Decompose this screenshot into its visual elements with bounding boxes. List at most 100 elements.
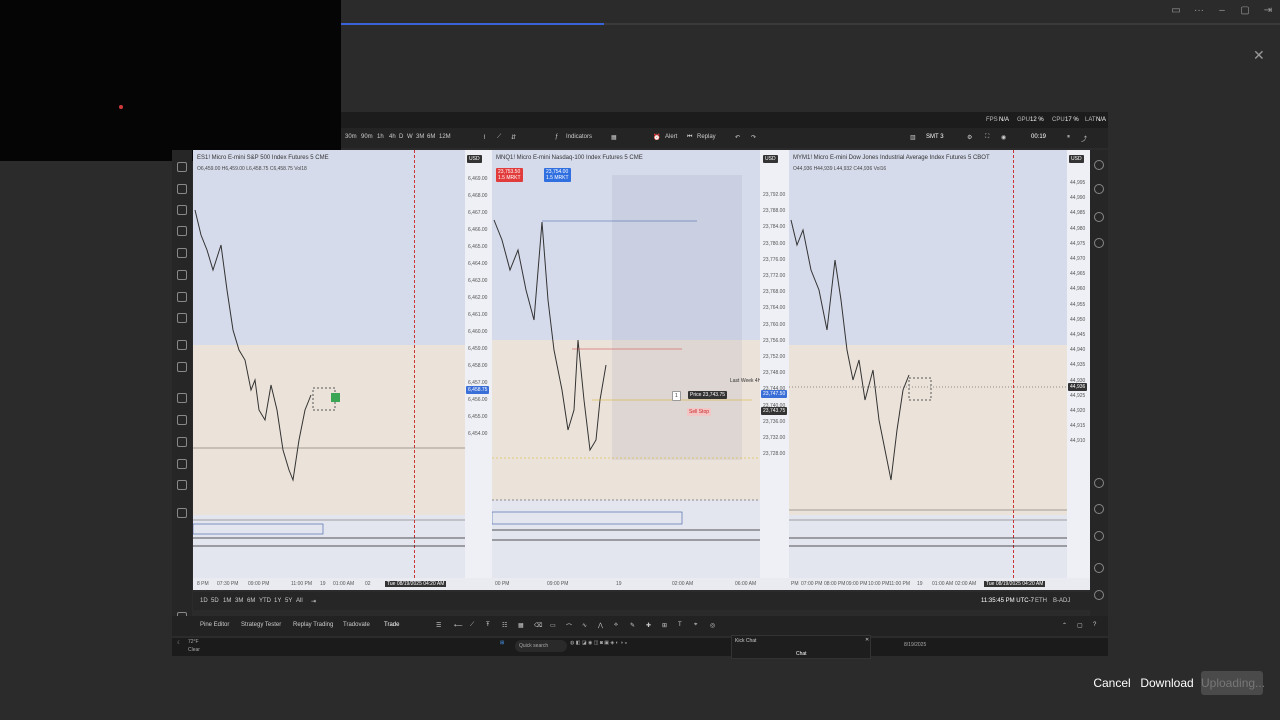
- redo-icon[interactable]: ↷: [751, 134, 756, 141]
- indicators-button[interactable]: Indicators: [566, 134, 592, 140]
- horizontal-line-icon[interactable]: ⟵: [454, 622, 463, 629]
- more-icon[interactable]: ···: [1193, 5, 1205, 17]
- layout-icon[interactable]: ▭: [1170, 5, 1182, 17]
- clock[interactable]: 11:35:45 PM UTC-7: [981, 598, 1034, 604]
- pause-icon[interactable]: ⏸: [1067, 134, 1070, 141]
- chart-pane-es[interactable]: ES1! Micro E-mini S&P 500 Index Futures …: [193, 150, 465, 578]
- timeframe-w[interactable]: W: [407, 134, 413, 140]
- currency-label[interactable]: USD: [763, 155, 778, 163]
- ideas-icon[interactable]: [1094, 478, 1104, 488]
- timeframe-3m[interactable]: 3M: [416, 134, 424, 140]
- kick-chat-close-icon[interactable]: ✕: [865, 637, 869, 643]
- text-label-icon[interactable]: T: [678, 622, 682, 628]
- timeframe-1h[interactable]: 1h: [377, 134, 384, 140]
- target-icon[interactable]: ◎: [710, 622, 715, 629]
- shape-icon[interactable]: [177, 270, 187, 280]
- hide-icon[interactable]: [177, 459, 187, 469]
- pen-icon[interactable]: ✎: [630, 622, 635, 629]
- emoji-icon[interactable]: [177, 313, 187, 323]
- range-6m[interactable]: 6M: [247, 598, 255, 604]
- chart-pane-mnq[interactable]: MNQ1! Micro E-mini Nasdaq-100 Index Futu…: [492, 150, 760, 578]
- publish-icon[interactable]: ⤴: [1081, 134, 1087, 143]
- timeframe-12m[interactable]: 12M: [439, 134, 451, 140]
- range-5d[interactable]: 5D: [211, 598, 219, 604]
- range-5y[interactable]: 5Y: [285, 598, 292, 604]
- crosshair-icon[interactable]: [177, 162, 187, 172]
- eraser-icon[interactable]: ⌫: [534, 622, 542, 629]
- text-icon[interactable]: [177, 292, 187, 302]
- watchlist-icon[interactable]: [1094, 160, 1104, 170]
- tab-strategy-tester[interactable]: Strategy Tester: [241, 622, 281, 628]
- ray-icon[interactable]: ⟋: [470, 622, 474, 629]
- timeframe-30m[interactable]: 30m: [345, 134, 357, 140]
- range-all[interactable]: All: [296, 598, 303, 604]
- range-3m[interactable]: 3M: [235, 598, 243, 604]
- price-axis-mym[interactable]: USD 44,995 44,990 44,985 44,980 44,975 44,970…: [1067, 150, 1090, 578]
- lock-icon[interactable]: [177, 437, 187, 447]
- grid-tool-icon[interactable]: ▦: [518, 622, 524, 629]
- measure-icon[interactable]: ⟡: [614, 622, 618, 629]
- tab-trade[interactable]: Trade: [384, 622, 399, 628]
- alerts-icon[interactable]: [1094, 184, 1104, 194]
- price-axis-mnq[interactable]: USD 23,792.00 23,788.00 23,784.00 23,780.00…: [760, 150, 789, 578]
- ruler-icon[interactable]: [177, 340, 187, 350]
- replay-icon[interactable]: ⏮: [687, 134, 692, 141]
- camera-icon[interactable]: ◉: [1001, 134, 1006, 141]
- range-1m[interactable]: 1M: [223, 598, 231, 604]
- wave-icon[interactable]: ⋀: [598, 622, 603, 629]
- dom-icon[interactable]: [1094, 531, 1104, 541]
- taskbar-search[interactable]: Quick search: [515, 640, 567, 652]
- session-toggle[interactable]: ETH: [1035, 598, 1047, 604]
- fib-icon[interactable]: [177, 205, 187, 215]
- fib-tool-icon[interactable]: ☷: [502, 622, 507, 629]
- list-icon[interactable]: ☰: [436, 622, 441, 629]
- timeframe-4h[interactable]: 4h: [389, 134, 396, 140]
- pin-icon[interactable]: ⌖: [694, 622, 697, 629]
- layers-icon[interactable]: [1094, 212, 1104, 222]
- goto-date-icon[interactable]: ⇥: [311, 598, 316, 605]
- stay-drawing-icon[interactable]: [177, 415, 187, 425]
- signal-icon[interactable]: [1094, 563, 1104, 573]
- table-tool-icon[interactable]: ⊞: [662, 622, 667, 629]
- tab-tradovate[interactable]: Tradovate: [343, 622, 370, 628]
- indicators-icon[interactable]: ƒ: [555, 134, 558, 140]
- collapse-panel-icon[interactable]: ⌃: [1062, 622, 1067, 629]
- app-icons[interactable]: ◍ ◧ ◪ ◉ ◫ ◙ ▣ ◈ ◐ ◑ ◒: [570, 640, 627, 646]
- bar-style-icon[interactable]: ⌇: [483, 134, 486, 141]
- prediction-icon[interactable]: [177, 248, 187, 258]
- currency-label[interactable]: USD: [467, 155, 482, 163]
- chat-icon[interactable]: [1094, 238, 1104, 248]
- kick-chat-popup[interactable]: Kick Chat ✕ Chat: [731, 635, 871, 659]
- kick-chat-tab[interactable]: Chat: [796, 651, 807, 657]
- compare-icon[interactable]: ⇵: [511, 134, 516, 141]
- cross-tool-icon[interactable]: ✚: [646, 622, 651, 629]
- maximize-icon[interactable]: ▢: [1239, 5, 1251, 17]
- calendar-icon[interactable]: [1094, 504, 1104, 514]
- timeframe-90m[interactable]: 90m: [361, 134, 373, 140]
- brush-icon[interactable]: ∿: [582, 622, 587, 629]
- templates-icon[interactable]: ▦: [611, 134, 617, 141]
- timeframe-d[interactable]: D: [399, 134, 403, 140]
- close-icon[interactable]: ✕: [1253, 47, 1265, 64]
- time-axis-es[interactable]: 8 PM 07:30 PM 09:00 PM 11:00 PM 19 01:00…: [193, 578, 492, 590]
- sell-stop-order[interactable]: Sell Stop: [687, 408, 712, 416]
- text-tool-icon[interactable]: Ŧ: [486, 622, 490, 628]
- time-axis-mym[interactable]: PM 07:00 PM 08:00 PM 09:00 PM 10:00 PM 1…: [789, 578, 1090, 590]
- windows-icon[interactable]: ⊞: [500, 640, 504, 646]
- tab-pine-editor[interactable]: Pine Editor: [200, 622, 229, 628]
- help-circle-icon[interactable]: ?: [1093, 622, 1096, 628]
- layout-grid-icon[interactable]: ▥: [910, 134, 916, 141]
- undo-icon[interactable]: ↶: [735, 134, 740, 141]
- alert-button[interactable]: Alert: [665, 134, 677, 140]
- zoom-icon[interactable]: [177, 362, 187, 372]
- exit-icon[interactable]: ⇥: [1262, 5, 1274, 17]
- line-tool-icon[interactable]: ⟋: [497, 134, 501, 141]
- range-1y[interactable]: 1Y: [274, 598, 281, 604]
- adjustment-toggle[interactable]: B-ADJ: [1053, 598, 1070, 604]
- cancel-button[interactable]: Cancel: [1091, 671, 1133, 695]
- timeframe-6m[interactable]: 6M: [427, 134, 435, 140]
- order-qty[interactable]: 1: [672, 391, 681, 401]
- chart-pane-mym[interactable]: MYM1! Micro E-mini Dow Jones Industrial …: [789, 150, 1067, 578]
- price-axis-es[interactable]: USD 6,469.00 6,468.00 6,467.00 6,466.00 6,46…: [465, 150, 492, 578]
- range-ytd[interactable]: YTD: [259, 598, 271, 604]
